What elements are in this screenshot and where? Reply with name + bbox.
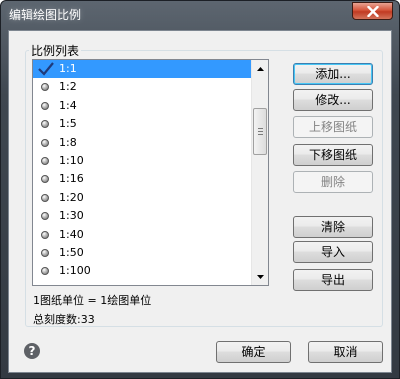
close-icon <box>366 5 379 17</box>
radio-dot-icon <box>41 267 49 276</box>
group-label: 比例列表 <box>29 42 82 59</box>
scale-list-item[interactable]: 1:2 <box>33 78 251 96</box>
radio-dot-icon <box>41 138 49 147</box>
scale-list-item[interactable]: 1:1 <box>33 60 251 79</box>
radio-dot-icon <box>41 175 49 184</box>
radio-dot-icon <box>41 156 49 165</box>
scale-list-item-label: 1:100 <box>59 264 91 278</box>
cancel-button[interactable]: 取消 <box>308 341 383 363</box>
scale-list-item-label: 1:5 <box>59 117 77 131</box>
unit-ratio-text: 1图纸单位 = 1绘图单位 <box>33 294 152 307</box>
clear-button[interactable]: 清除 <box>293 216 373 238</box>
window-title: 编辑绘图比例 <box>9 8 82 22</box>
add-button[interactable]: 添加... <box>293 63 373 85</box>
scale-list-item[interactable]: 1:4 <box>33 97 251 115</box>
scale-list-item-label: 1:1 <box>59 62 77 75</box>
scale-list-item[interactable]: 1:30 <box>33 207 251 225</box>
triangle-up-icon <box>256 66 264 71</box>
move-down-button[interactable]: 下移图纸 <box>293 144 373 166</box>
import-button[interactable]: 导入 <box>293 241 373 263</box>
scroll-thumb-grip <box>258 134 263 135</box>
scale-list-item-label: 1:8 <box>59 135 77 149</box>
scale-listbox[interactable]: 1:1 1:2 1:4 1:5 1:8 1:10 1:16 1:20 1:30 1:40 1:50 1… <box>32 59 269 286</box>
scale-list-item-label: 1:4 <box>59 98 77 112</box>
help-icon[interactable]: ? <box>24 343 40 359</box>
radio-dot-icon <box>41 193 49 202</box>
scale-list-item[interactable]: 1:20 <box>33 189 251 207</box>
scale-list-item-label: 1:50 <box>59 245 84 259</box>
radio-dot-icon <box>41 101 49 110</box>
scale-list-item[interactable]: 1:100 <box>33 262 251 280</box>
edit-button[interactable]: 修改... <box>293 89 373 111</box>
scale-list-item[interactable]: 1:5 <box>33 115 251 133</box>
dialog-client-area: 比例列表 1:1 1:2 1:4 1:5 1:8 1:10 1:16 1:20 1:30 1:40… <box>8 30 392 373</box>
radio-dot-icon <box>41 120 49 129</box>
radio-dot-icon <box>41 248 49 257</box>
move-up-button[interactable]: 上移图纸 <box>293 116 373 138</box>
triangle-down-icon <box>256 274 264 279</box>
scale-list-item-label: 1:10 <box>59 153 84 167</box>
vertical-scrollbar[interactable] <box>251 60 268 285</box>
radio-dot-icon <box>41 230 49 239</box>
scale-list-item[interactable]: 1:10 <box>33 152 251 170</box>
scale-list-item-label: 1:16 <box>59 172 84 186</box>
scale-list-item[interactable]: 1:40 <box>33 226 251 244</box>
scroll-thumb[interactable] <box>253 108 267 155</box>
scale-list-item-label: 1:2 <box>59 80 77 94</box>
ok-button[interactable]: 确定 <box>216 341 291 363</box>
scale-list-item-label: 1:20 <box>59 190 84 204</box>
scroll-down-arrow[interactable] <box>252 268 268 285</box>
close-button[interactable] <box>352 2 393 20</box>
delete-button[interactable]: 删除 <box>293 171 373 193</box>
scale-list-item[interactable]: 1:8 <box>33 134 251 152</box>
export-button[interactable]: 导出 <box>293 269 373 291</box>
check-icon <box>38 62 54 76</box>
scale-list-item[interactable]: 1:50 <box>33 244 251 262</box>
scale-list-item-label: 1:30 <box>59 209 84 223</box>
scale-list-item-label: 1:40 <box>59 227 84 241</box>
radio-dot-icon <box>41 212 49 221</box>
total-scale-count: 总刻度数:33 <box>33 313 95 326</box>
dialog-window: 编辑绘图比例 比例列表 1:1 1:2 1:4 1:5 1:8 1:10 1:16 1:20 1… <box>0 0 400 379</box>
scale-list-items: 1:1 1:2 1:4 1:5 1:8 1:10 1:16 1:20 1:30 1:40 1:50 1… <box>33 60 251 285</box>
scroll-up-arrow[interactable] <box>252 60 268 77</box>
scale-list-item[interactable]: 1:16 <box>33 170 251 188</box>
scroll-thumb-grip <box>258 128 263 129</box>
title-bar[interactable]: 编辑绘图比例 <box>1 1 399 27</box>
radio-dot-icon <box>41 83 49 92</box>
scroll-thumb-grip <box>258 131 263 132</box>
